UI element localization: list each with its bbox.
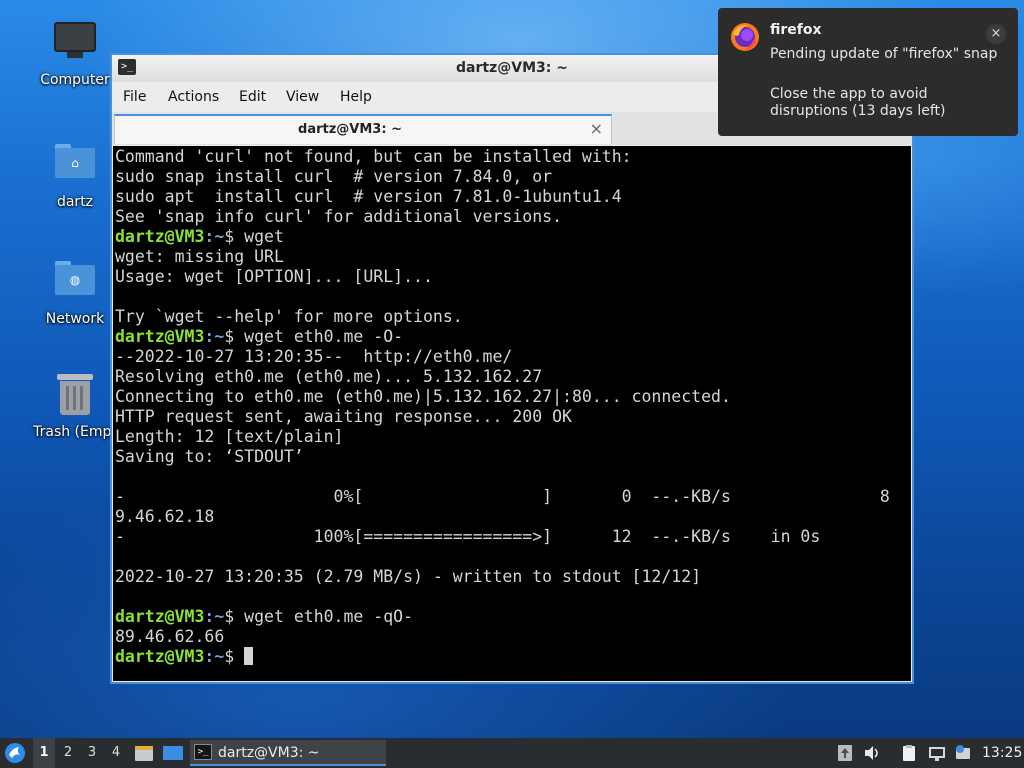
terminal-window[interactable]: >_ dartz@VM3: ~ File Actions Edit View H… — [110, 53, 914, 684]
prompt-user: dartz@VM3 — [115, 227, 205, 246]
output-line: Try `wget --help' for more options. — [115, 307, 890, 327]
prompt-suffix: $ — [224, 647, 245, 666]
output-text: Try `wget --help' for more options. — [115, 307, 463, 326]
prompt-path: :~ — [204, 327, 225, 346]
text-cursor — [244, 647, 254, 665]
firefox-icon — [731, 23, 759, 51]
prompt-user: dartz@VM3 — [115, 647, 205, 666]
notification-popup[interactable]: firefox Pending update of "firefox" snap… — [718, 8, 1018, 136]
menu-help[interactable]: Help — [340, 89, 372, 105]
notification-title: firefox — [770, 22, 822, 38]
home-folder-icon: ⌂ — [53, 144, 97, 188]
command-text: wget eth0.me -qO- — [244, 607, 414, 626]
tab-close-icon[interactable]: × — [590, 119, 603, 138]
taskbar: 1 2 3 4 >_ dartz@VM3: ~ 13:25 — [0, 738, 1024, 768]
network-folder-icon: ◍ — [53, 261, 97, 305]
prompt-line: dartz@VM3:~$ wget eth0.me -qO- — [115, 607, 890, 627]
output-line: Connecting to eth0.me (eth0.me)|5.132.16… — [115, 387, 890, 407]
output-text: See 'snap info curl' for additional vers… — [115, 207, 563, 226]
prompt-path: :~ — [204, 647, 225, 666]
prompt-suffix: $ — [224, 607, 245, 626]
show-desktop-icon[interactable] — [162, 743, 184, 763]
tab-terminal[interactable]: dartz@VM3: ~ × — [114, 114, 612, 144]
output-text: HTTP request sent, awaiting response... … — [115, 407, 572, 426]
prompt-path: :~ — [204, 227, 225, 246]
notification-detail: Close the app to avoid disruptions (13 d… — [770, 86, 946, 119]
prompt-user: dartz@VM3 — [115, 327, 205, 346]
output-text: Saving to: ‘STDOUT’ — [115, 447, 304, 466]
output-text: Resolving eth0.me (eth0.me)... 5.132.162… — [115, 367, 543, 386]
menu-edit[interactable]: Edit — [239, 89, 266, 105]
workspace-1[interactable]: 1 — [33, 738, 55, 768]
command-text: wget — [244, 227, 284, 246]
output-text: sudo snap install curl # version 7.84.0,… — [115, 167, 553, 186]
output-text: 9.46.62.18 — [115, 507, 215, 526]
trash-icon — [53, 374, 97, 418]
output-text: Length: 12 [text/plain] — [115, 427, 344, 446]
output-line: sudo snap install curl # version 7.84.0,… — [115, 167, 890, 187]
prompt-line: dartz@VM3:~$ wget eth0.me -O- — [115, 327, 890, 347]
output-line: --2022-10-27 13:20:35-- http://eth0.me/ — [115, 347, 890, 367]
tab-label: dartz@VM3: ~ — [298, 122, 402, 137]
network-icon[interactable] — [928, 744, 946, 762]
output-text: - 0%[ ] 0 --.-KB/s 8 — [115, 487, 890, 506]
output-text: Usage: wget [OPTION]... [URL]... — [115, 267, 433, 286]
clock[interactable]: 13:25 — [982, 738, 1022, 768]
notification-message: Pending update of "firefox" snap — [770, 46, 998, 62]
menu-actions[interactable]: Actions — [168, 89, 219, 105]
command-text: wget eth0.me -O- — [244, 327, 404, 346]
output-line: Saving to: ‘STDOUT’ — [115, 447, 890, 467]
output-line: 9.46.62.18 — [115, 507, 890, 527]
output-text: --2022-10-27 13:20:35-- http://eth0.me/ — [115, 347, 513, 366]
output-text: - 100%[=================>] 12 --.-KB/s i… — [115, 527, 821, 546]
notification-tray-icon[interactable] — [954, 744, 972, 762]
output-text: sudo apt install curl # version 7.81.0-1… — [115, 187, 622, 206]
workspace-2[interactable]: 2 — [57, 738, 79, 768]
file-manager-icon[interactable] — [134, 743, 154, 763]
clipboard-icon[interactable] — [900, 744, 918, 762]
prompt-line: dartz@VM3:~$ wget — [115, 227, 890, 247]
menu-view[interactable]: View — [286, 89, 319, 105]
output-line: - 0%[ ] 0 --.-KB/s 8 — [115, 487, 890, 507]
updates-icon[interactable] — [836, 744, 854, 762]
output-text: wget: missing URL — [115, 247, 284, 266]
output-line: wget: missing URL — [115, 247, 890, 267]
output-text: 2022-10-27 13:20:35 (2.79 MB/s) - writte… — [115, 567, 702, 586]
output-line: sudo apt install curl # version 7.81.0-1… — [115, 187, 890, 207]
prompt-suffix: $ — [224, 327, 245, 346]
notification-close-button[interactable]: × — [986, 24, 1006, 44]
output-line: See 'snap info curl' for additional vers… — [115, 207, 890, 227]
output-line: Resolving eth0.me (eth0.me)... 5.132.162… — [115, 367, 890, 387]
computer-icon — [53, 22, 97, 66]
volume-icon[interactable] — [863, 744, 881, 762]
workspace-4[interactable]: 4 — [105, 738, 127, 768]
output-text: Connecting to eth0.me (eth0.me)|5.132.16… — [115, 387, 731, 406]
output-text: Command 'curl' not found, but can be ins… — [115, 147, 632, 166]
terminal-icon: >_ — [194, 744, 212, 760]
output-line: Command 'curl' not found, but can be ins… — [115, 147, 890, 167]
output-line: 2022-10-27 13:20:35 (2.79 MB/s) - writte… — [115, 567, 890, 587]
output-text: 89.46.62.66 — [115, 627, 225, 646]
output-line: Length: 12 [text/plain] — [115, 427, 890, 447]
terminal-screen[interactable]: Command 'curl' not found, but can be ins… — [113, 146, 911, 681]
prompt-suffix: $ — [224, 227, 245, 246]
output-line: Usage: wget [OPTION]... [URL]... — [115, 267, 890, 287]
terminal-output: Command 'curl' not found, but can be ins… — [115, 147, 890, 667]
prompt-user: dartz@VM3 — [115, 607, 205, 626]
prompt-path: :~ — [204, 607, 225, 626]
prompt-line: dartz@VM3:~$ — [115, 647, 890, 667]
output-line: HTTP request sent, awaiting response... … — [115, 407, 890, 427]
start-menu-icon[interactable] — [4, 742, 26, 764]
output-line: 89.46.62.66 — [115, 627, 890, 647]
output-line: - 100%[=================>] 12 --.-KB/s i… — [115, 527, 890, 547]
task-label: dartz@VM3: ~ — [218, 745, 320, 761]
menu-file[interactable]: File — [123, 89, 146, 105]
taskbar-terminal-task[interactable]: >_ dartz@VM3: ~ — [190, 740, 386, 766]
workspace-3[interactable]: 3 — [81, 738, 103, 768]
